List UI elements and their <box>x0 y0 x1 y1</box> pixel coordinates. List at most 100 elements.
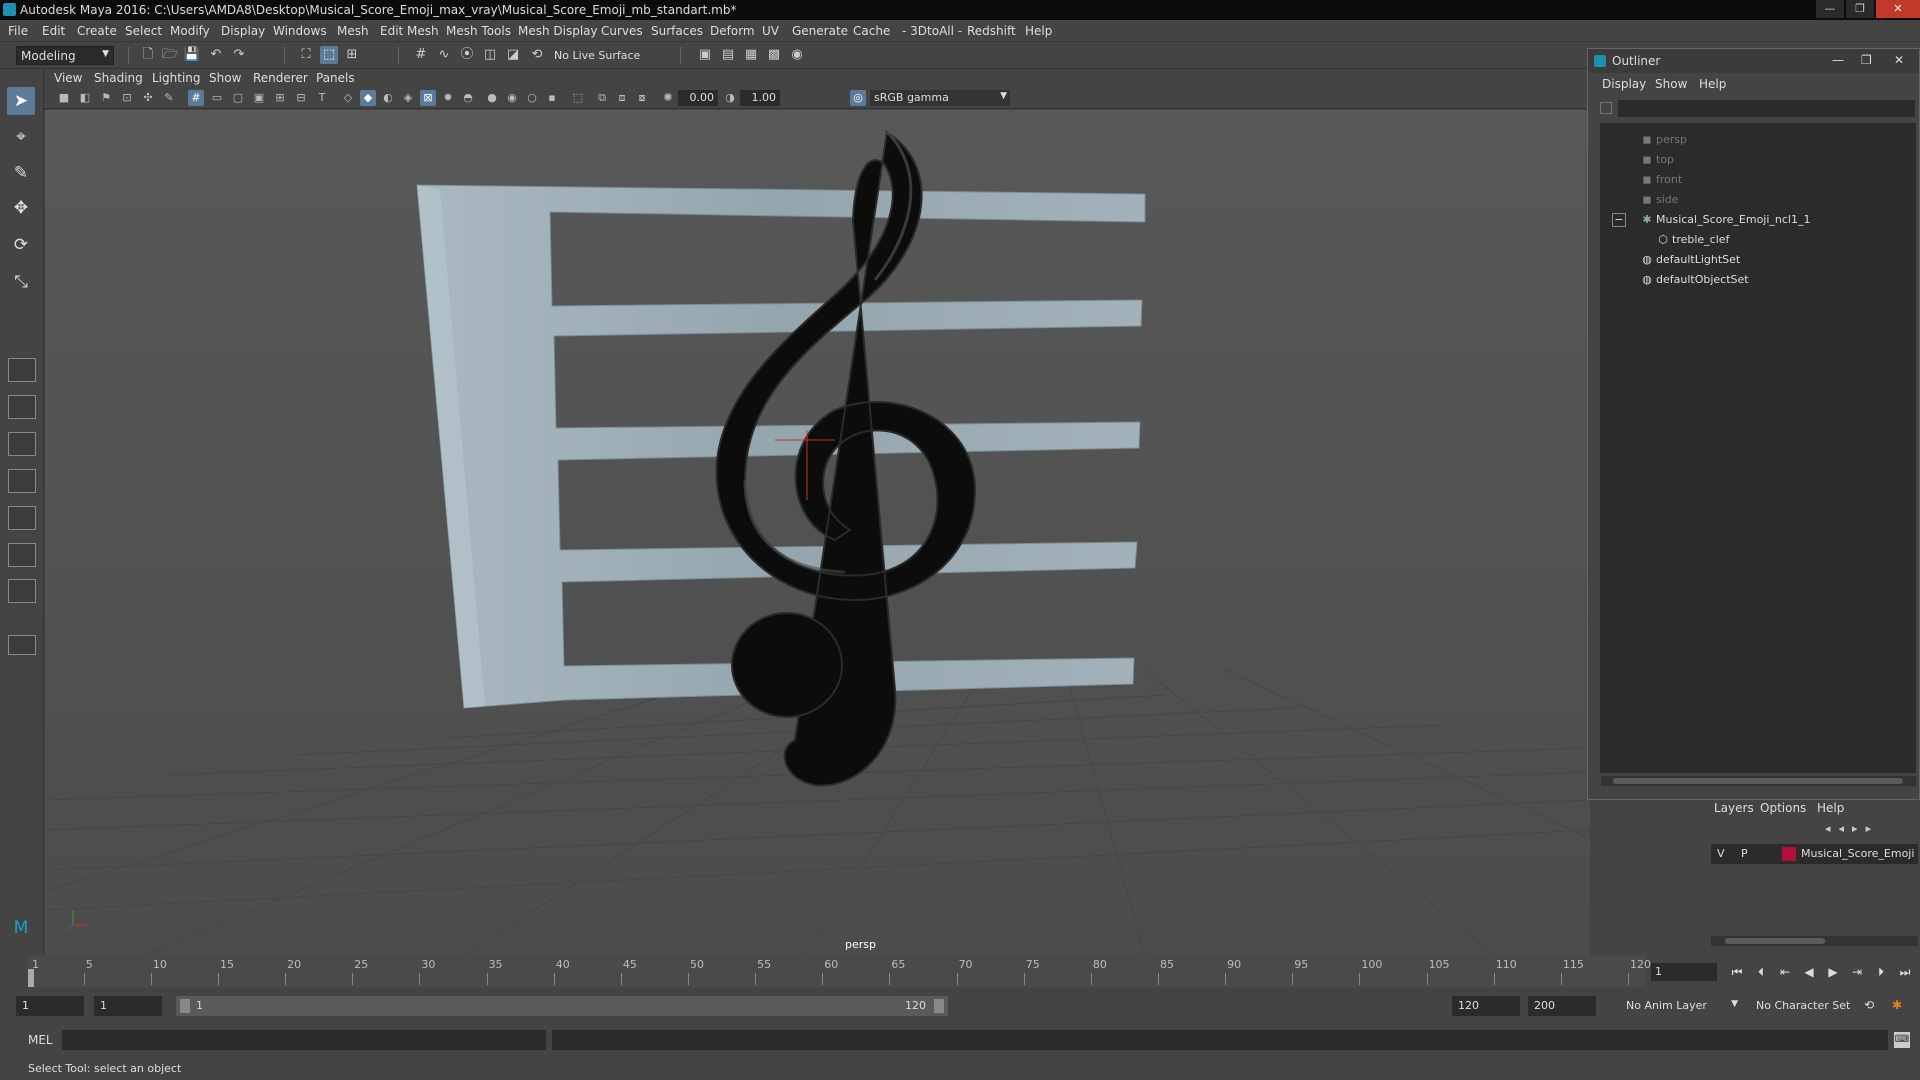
animation-preferences-icon[interactable]: ✱ <box>1888 996 1906 1014</box>
snap-curve-icon[interactable]: ∿ <box>435 46 453 64</box>
outliner-item-front[interactable]: ◼ front <box>1600 171 1900 189</box>
hypershade-layout-icon[interactable] <box>8 506 36 530</box>
hypershade-icon[interactable]: ◉ <box>788 46 806 64</box>
custom-layout-icon[interactable] <box>8 543 36 567</box>
play-backwards-icon[interactable]: ◀ <box>1800 963 1818 981</box>
menu-mesh[interactable]: Mesh <box>337 24 369 38</box>
mode-select[interactable]: Modeling ▼ <box>16 46 114 65</box>
textured-icon[interactable]: ⊠ <box>420 90 436 106</box>
playback-end-field[interactable]: 120 <box>1452 996 1520 1016</box>
menu-edit-mesh[interactable]: Edit Mesh <box>380 24 439 38</box>
menu-generate[interactable]: Generate <box>792 24 848 38</box>
move-tool-icon[interactable]: ✥ <box>7 194 35 222</box>
panel-menu-shading[interactable]: Shading <box>94 71 143 85</box>
outliner-horizontal-scrollbar[interactable] <box>1601 776 1916 786</box>
scrollbar-thumb[interactable] <box>1725 938 1825 944</box>
menu-display[interactable]: Display <box>221 24 265 38</box>
range-slider-bar[interactable]: 1 120 <box>176 996 948 1016</box>
outliner-item-default-object-set[interactable]: ◍ defaultObjectSet <box>1600 271 1900 289</box>
menu-create[interactable]: Create <box>77 24 117 38</box>
time-slider-track[interactable]: 1 5 10 15 20 25 30 35 40 45 50 55 60 65 70 75 80 85 90 95 10… <box>28 955 1651 987</box>
persp-outliner-layout-icon[interactable] <box>8 432 36 456</box>
redo-icon[interactable]: ↷ <box>230 46 248 64</box>
gamma-field[interactable]: 1.00 <box>740 90 780 106</box>
outliner-item-default-light-set[interactable]: ◍ defaultLightSet <box>1600 251 1900 269</box>
gate-mask-icon[interactable]: ▣ <box>251 90 267 106</box>
default-material-icon[interactable]: ◐ <box>380 90 396 106</box>
step-forward-frame-icon[interactable]: ⏵ <box>1872 963 1890 981</box>
scale-tool-icon[interactable]: ⤡ <box>7 268 35 296</box>
grid-toggle-icon[interactable]: # <box>188 90 204 106</box>
range-start-handle[interactable] <box>180 999 190 1013</box>
outliner-menu-show[interactable]: Show <box>1655 77 1687 91</box>
render-view-icon[interactable]: ▣ <box>696 46 714 64</box>
panel-menu-renderer[interactable]: Renderer <box>253 71 308 85</box>
menu-deform[interactable]: Deform <box>710 24 755 38</box>
layers-menu-options[interactable]: Options <box>1760 801 1806 815</box>
render-frame-icon[interactable]: ▤ <box>719 46 737 64</box>
minimize-button[interactable]: — <box>1816 0 1844 18</box>
layers-menu-help[interactable]: Help <box>1817 801 1844 815</box>
collapse-toolbox-icon[interactable] <box>8 635 36 655</box>
outliner-item-group[interactable]: − ✱ Musical_Score_Emoji_ncl1_1 <box>1600 211 1900 229</box>
screen-space-ao-icon[interactable]: ● <box>484 90 500 106</box>
four-view-layout-icon[interactable] <box>8 395 36 419</box>
menu-surfaces[interactable]: Surfaces <box>651 24 703 38</box>
outliner-close-button[interactable]: ✕ <box>1894 53 1904 67</box>
motion-blur-icon[interactable]: ◉ <box>504 90 520 106</box>
ipr-render-icon[interactable]: ▦ <box>742 46 760 64</box>
play-forwards-icon[interactable]: ▶ <box>1824 963 1842 981</box>
menu-edit[interactable]: Edit <box>42 24 65 38</box>
end-time-field[interactable]: 200 <box>1528 996 1596 1016</box>
anti-aliasing-icon[interactable]: ○ <box>524 90 540 106</box>
current-frame-field[interactable]: 1 <box>1651 963 1717 981</box>
menu-mesh-display[interactable]: Mesh Display <box>518 24 598 38</box>
safe-title-icon[interactable]: T <box>314 90 330 106</box>
outliner-vertical-scrollbar[interactable] <box>1908 123 1916 773</box>
color-space-select[interactable]: sRGB gamma ▼ <box>870 90 1010 106</box>
film-gate-icon[interactable]: ▭ <box>209 90 225 106</box>
snap-grid-icon[interactable]: # <box>412 46 430 64</box>
menu-select[interactable]: Select <box>125 24 162 38</box>
xray-icon[interactable]: ⧉ <box>594 90 610 106</box>
new-scene-icon[interactable]: 🗋 <box>139 46 157 64</box>
command-input[interactable] <box>62 1030 546 1050</box>
layer-playback-toggle[interactable]: P <box>1741 847 1748 860</box>
xray-joints-icon[interactable]: ⧈ <box>614 90 630 106</box>
color-management-icon[interactable]: ◎ <box>850 90 866 106</box>
field-chart-icon[interactable]: ⊞ <box>272 90 288 106</box>
auto-key-icon[interactable]: ⟲ <box>1860 996 1878 1014</box>
layer-row[interactable]: V P Musical_Score_Emoji <box>1711 844 1918 864</box>
menu-mesh-tools[interactable]: Mesh Tools <box>446 24 511 38</box>
single-perspective-layout-icon[interactable] <box>8 358 36 382</box>
menu-modify[interactable]: Modify <box>170 24 210 38</box>
image-plane-icon[interactable]: ⊡ <box>119 90 135 106</box>
menu-cache[interactable]: Cache <box>853 24 890 38</box>
menu-windows[interactable]: Windows <box>273 24 327 38</box>
panel-menu-show[interactable]: Show <box>209 71 241 85</box>
menu-curves[interactable]: Curves <box>601 24 643 38</box>
layers-scrollbar[interactable] <box>1711 936 1918 946</box>
outliner-search-input[interactable] <box>1618 100 1915 117</box>
render-settings-icon[interactable]: ▩ <box>765 46 783 64</box>
select-by-component-icon[interactable]: ⊞ <box>343 46 361 64</box>
character-set-select[interactable]: No Character Set <box>1752 996 1870 1016</box>
persp-graph-layout-icon[interactable] <box>8 469 36 493</box>
script-editor-icon[interactable]: ⌨ <box>1894 1032 1910 1048</box>
shadows-icon[interactable]: ◓ <box>460 90 476 106</box>
select-by-hierarchy-icon[interactable]: ⛶ <box>297 46 315 64</box>
wireframe-icon[interactable]: ◇ <box>340 90 356 106</box>
outliner-item-persp[interactable]: ◼ persp <box>1600 131 1900 149</box>
layer-action-icons[interactable]: ◂◂▸▸ <box>1825 822 1915 838</box>
open-scene-icon[interactable]: 🗁 <box>161 46 179 64</box>
select-tool-icon[interactable]: ➤ <box>7 87 35 115</box>
maximize-button[interactable]: ❐ <box>1846 0 1874 18</box>
gamma-icon[interactable]: ◑ <box>722 90 738 106</box>
wireframe-on-shaded-icon[interactable]: ◈ <box>400 90 416 106</box>
bookmark-icon[interactable]: ⚑ <box>98 90 114 106</box>
layers-menu-layers[interactable]: Layers <box>1714 801 1754 815</box>
select-camera-icon[interactable]: ■ <box>56 90 72 106</box>
step-back-key-icon[interactable]: ⇤ <box>1776 963 1794 981</box>
collapse-icon[interactable]: − <box>1612 213 1626 227</box>
go-to-end-icon[interactable]: ⏭ <box>1896 963 1914 981</box>
